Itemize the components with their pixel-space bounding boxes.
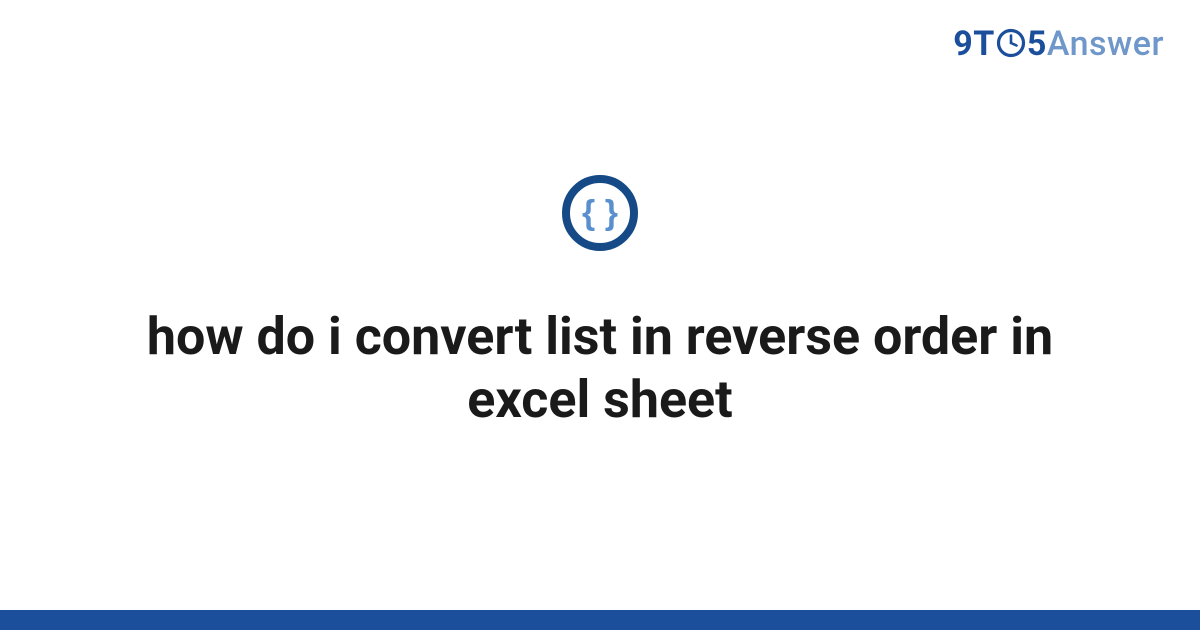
footer-accent-bar (0, 610, 1200, 630)
svg-text:{ }: { } (582, 194, 618, 232)
page-title: how do i convert list in reverse order i… (125, 305, 1075, 432)
category-badge: { } (560, 173, 640, 253)
code-braces-icon: { } (560, 173, 640, 253)
main-content: { } how do i convert list in reverse ord… (0, 0, 1200, 610)
